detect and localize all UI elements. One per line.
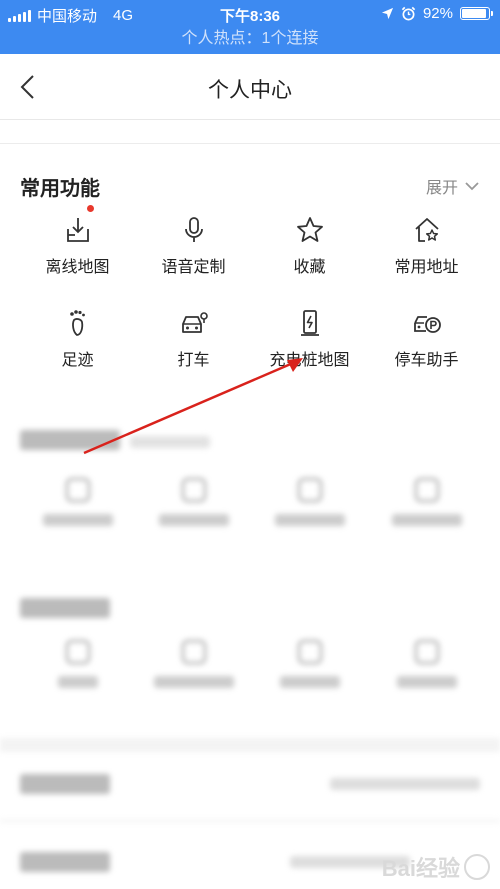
blurred-icon: [181, 478, 206, 502]
download-map-icon: [63, 205, 94, 245]
notification-dot: [86, 205, 94, 212]
parking-car-icon: [412, 308, 442, 338]
watermark-text: Bai经验: [381, 856, 460, 881]
battery-icon: [460, 7, 493, 20]
blurred-item: [364, 478, 489, 526]
function-item-offline-map[interactable]: 离线地图: [15, 205, 140, 277]
blurred-item: [131, 478, 256, 526]
status-right: 92%: [381, 5, 493, 22]
alarm-clock-icon: [401, 6, 416, 21]
function-item-parking[interactable]: 停车助手: [364, 308, 489, 370]
location-arrow-icon: [381, 7, 394, 20]
blurred-icon: [297, 478, 322, 502]
blurred-item: [364, 640, 489, 688]
top-divider: [0, 120, 500, 144]
function-label: 常用地址: [394, 259, 459, 276]
home-star-icon: [412, 215, 442, 245]
function-label: 语音定制: [161, 259, 226, 276]
blurred-icon: [65, 478, 90, 502]
blurred-separator: [0, 820, 500, 822]
function-label: 足迹: [61, 352, 94, 369]
function-item-common-address[interactable]: 常用地址: [364, 215, 489, 277]
taxi-icon: [179, 308, 209, 338]
expand-label: 展开: [425, 180, 458, 197]
common-functions-title: 常用功能: [20, 178, 100, 200]
blurred-item: [131, 640, 256, 688]
page-title: 个人中心: [208, 79, 292, 102]
function-label: 停车助手: [394, 352, 459, 369]
nav-header: 个人中心: [0, 54, 500, 120]
hotspot-banner[interactable]: 个人热点：1个连接: [0, 28, 500, 54]
function-item-footprint[interactable]: 足迹: [15, 308, 140, 370]
blurred-right-text: [330, 778, 480, 790]
function-item-favorites[interactable]: 收藏: [247, 215, 372, 277]
charging-pile-icon: [295, 308, 325, 338]
blurred-separator: [0, 738, 500, 752]
paw-icon: [464, 854, 490, 880]
blurred-section-title: [20, 430, 120, 450]
function-label: 收藏: [293, 259, 326, 276]
watermark: Bai经验: [382, 851, 490, 883]
blurred-item: [247, 640, 372, 688]
blurred-section-title: [20, 774, 110, 794]
battery-percent: 92%: [422, 5, 453, 22]
status-bar: 中国移动 4G 下午8:36 92%: [0, 0, 500, 28]
blurred-content: [0, 400, 500, 889]
blurred-icon: [414, 640, 439, 664]
function-item-charging-map[interactable]: 充电桩地图: [247, 308, 372, 370]
blurred-icon: [181, 640, 206, 664]
microphone-icon: [179, 215, 209, 245]
function-label: 充电桩地图: [269, 352, 350, 369]
function-label: 打车: [177, 352, 210, 369]
blurred-item: [15, 478, 140, 526]
blurred-icon: [65, 640, 90, 664]
blurred-section-title: [20, 852, 110, 872]
expand-button[interactable]: 展开: [426, 174, 480, 198]
blurred-item: [15, 640, 140, 688]
battery-fill: [462, 9, 486, 18]
function-item-taxi[interactable]: 打车: [131, 308, 256, 370]
chevron-down-icon: [465, 182, 479, 191]
function-label: 离线地图: [45, 259, 110, 276]
blurred-item: [247, 478, 372, 526]
blurred-subtitle: [130, 436, 210, 448]
function-item-voice[interactable]: 语音定制: [131, 215, 256, 277]
blurred-icon: [297, 640, 322, 664]
footprint-icon: [63, 308, 93, 338]
star-icon: [295, 215, 325, 245]
blurred-section-title: [20, 598, 110, 618]
blurred-icon: [414, 478, 439, 502]
